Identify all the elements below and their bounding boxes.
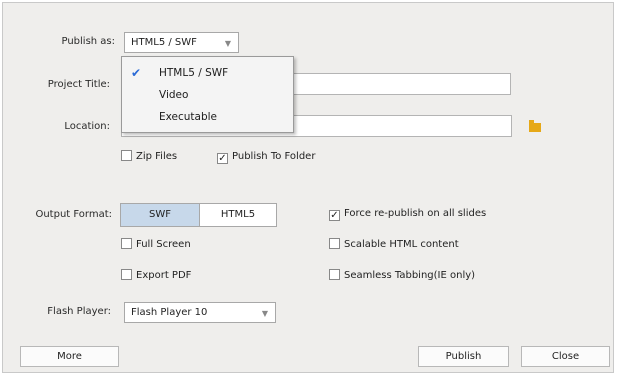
output-format-swf[interactable]: SWF: [120, 203, 200, 227]
more-button[interactable]: More: [20, 346, 119, 367]
scalable-html-checkbox[interactable]: Scalable HTML content: [329, 238, 459, 252]
menu-item-video[interactable]: Video: [122, 85, 293, 105]
zip-files-checkbox[interactable]: Zip Files: [121, 150, 177, 164]
publish-as-select[interactable]: HTML5 / SWF ▼: [124, 32, 239, 53]
close-button[interactable]: Close: [521, 346, 610, 367]
output-format-html5[interactable]: HTML5: [199, 203, 277, 227]
checkbox-unchecked-icon: [329, 269, 340, 280]
checkbox-unchecked-icon: [329, 238, 340, 249]
publish-as-menu: ✔ HTML5 / SWF Video Executable: [121, 56, 294, 133]
menu-item-html5-swf[interactable]: ✔ HTML5 / SWF: [122, 63, 293, 83]
publish-button[interactable]: Publish: [418, 346, 509, 367]
location-label: Location:: [64, 121, 110, 132]
project-title-label: Project Title:: [47, 79, 110, 90]
checkmark-icon: ✔: [131, 66, 142, 80]
folder-icon[interactable]: [529, 120, 541, 132]
flash-player-select[interactable]: Flash Player 10 ▼: [124, 302, 276, 323]
checkbox-unchecked-icon: [121, 238, 132, 249]
seamless-tabbing-checkbox[interactable]: Seamless Tabbing(IE only): [329, 269, 475, 283]
full-screen-checkbox[interactable]: Full Screen: [121, 238, 191, 252]
flash-player-label: Flash Player:: [47, 306, 111, 317]
publish-as-value: HTML5 / SWF: [131, 37, 197, 48]
force-republish-checkbox[interactable]: ✓ Force re-publish on all slides: [329, 207, 486, 221]
checkbox-unchecked-icon: [121, 269, 132, 280]
publish-as-label: Publish as:: [61, 36, 115, 47]
publish-dialog: [2, 2, 614, 373]
checkbox-checked-icon: ✓: [217, 153, 228, 164]
export-pdf-checkbox[interactable]: Export PDF: [121, 269, 191, 283]
checkbox-unchecked-icon: [121, 150, 132, 161]
publish-to-folder-checkbox[interactable]: ✓ Publish To Folder: [217, 150, 315, 164]
checkbox-checked-icon: ✓: [329, 210, 340, 221]
output-format-label: Output Format:: [35, 209, 112, 220]
chevron-down-icon: ▼: [261, 309, 268, 318]
flash-player-value: Flash Player 10: [131, 307, 208, 318]
menu-item-executable[interactable]: Executable: [122, 107, 293, 127]
chevron-down-icon: ▼: [224, 39, 231, 48]
